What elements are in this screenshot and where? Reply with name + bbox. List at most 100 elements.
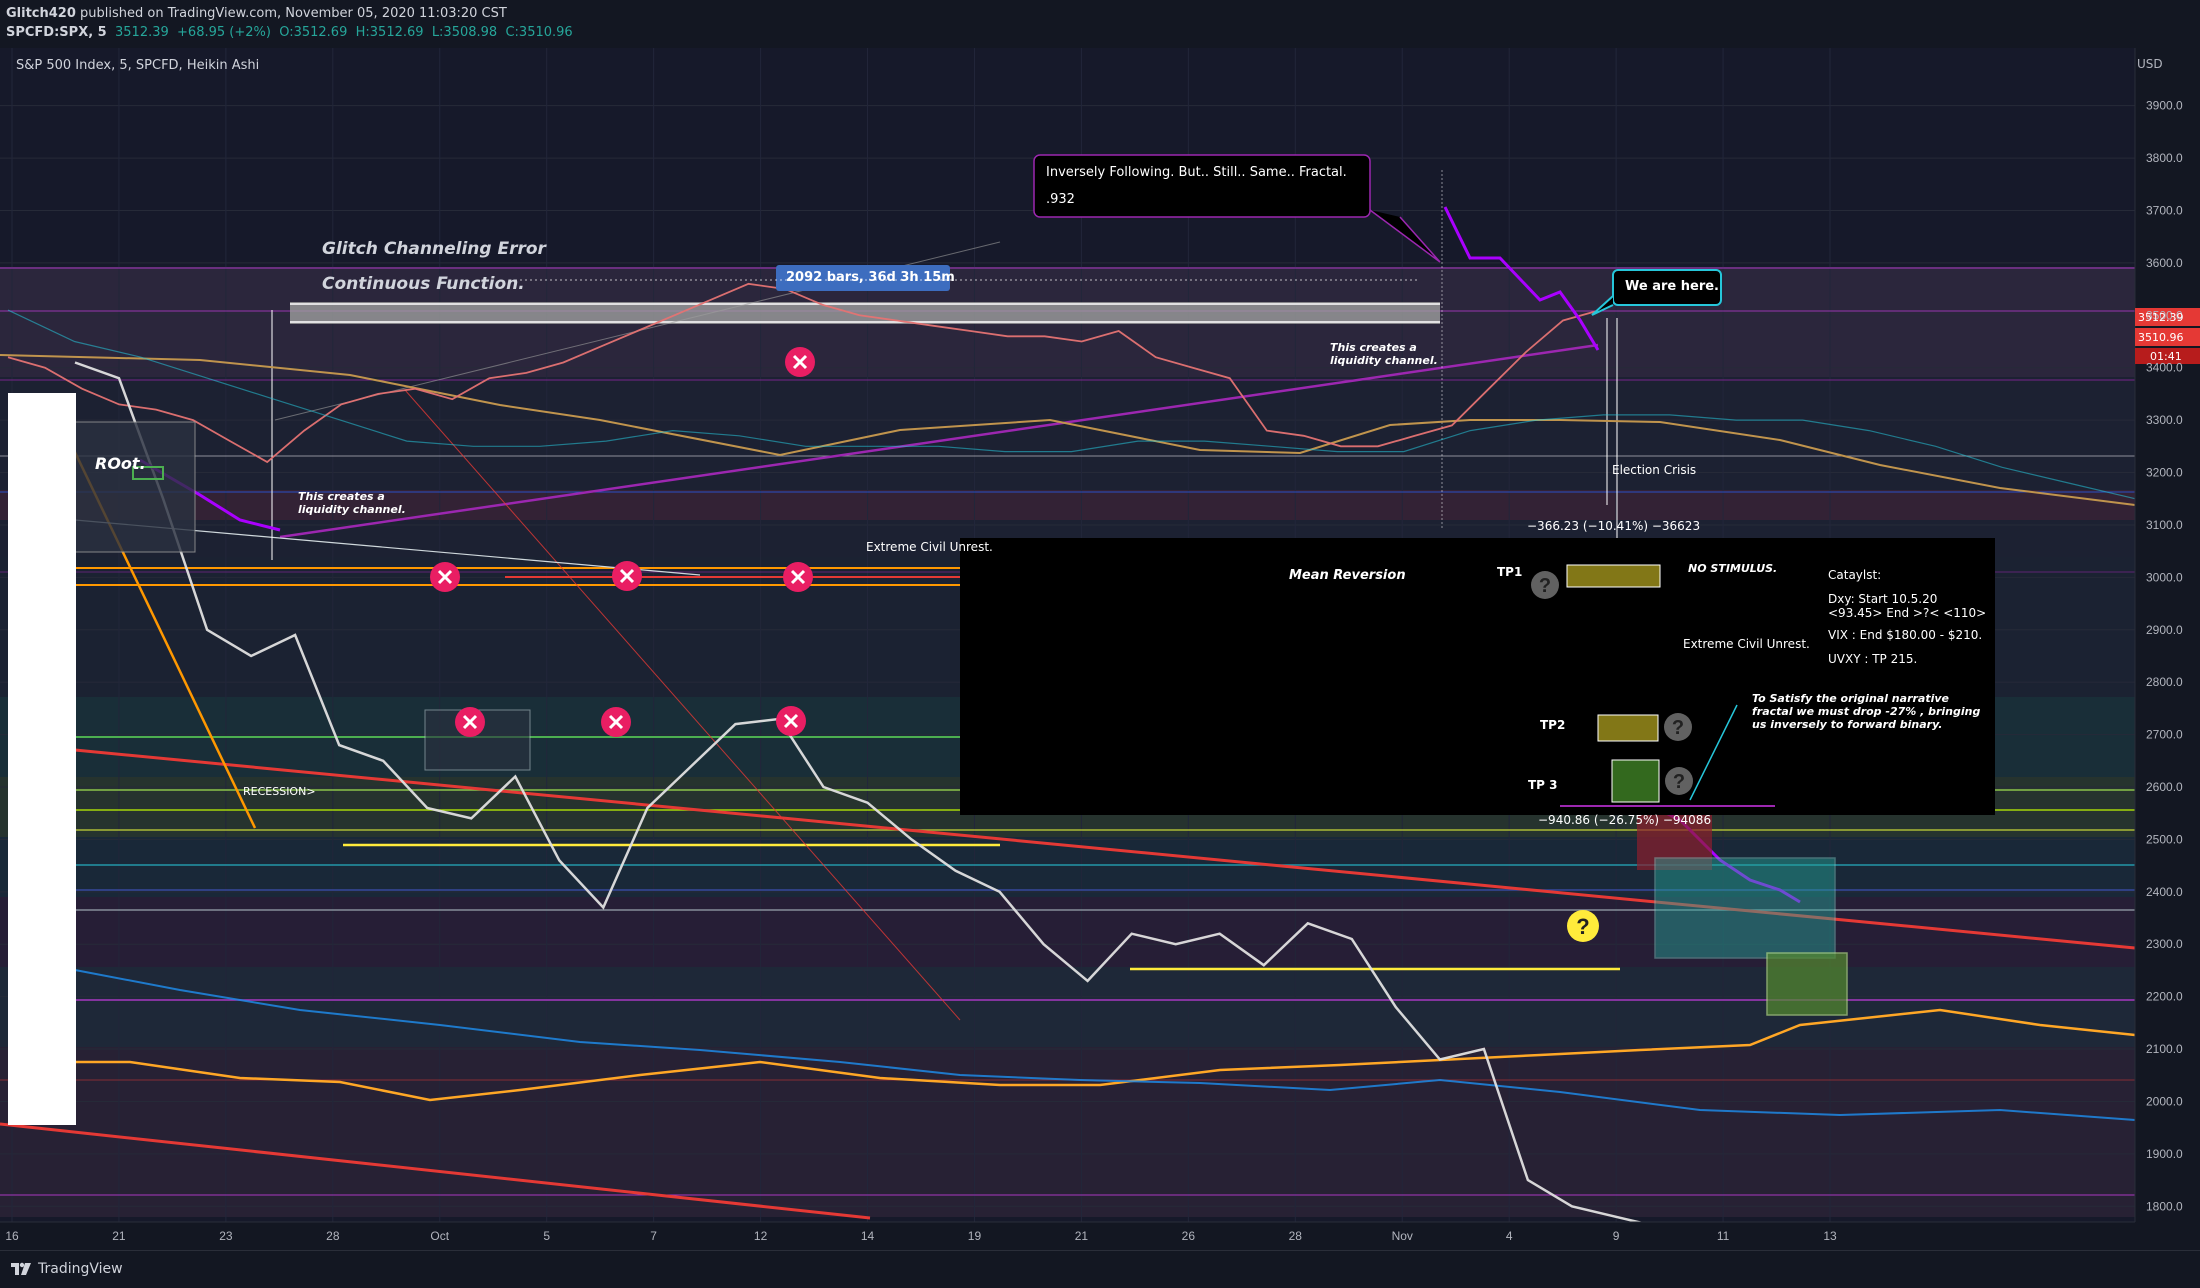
dxy-label: Dxy: Start 10.5.20 <93.45> End >?< <110>: [1828, 592, 1987, 620]
chart-title: S&P 500 Index, 5, SPCFD, Heikin Ashi: [16, 58, 260, 73]
x-mark-icon[interactable]: [776, 706, 806, 736]
high-value: H:3512.69: [355, 25, 424, 40]
x-tick-label: 21: [112, 1229, 126, 1243]
resistance-zone[interactable]: [290, 302, 1440, 324]
x-tick-label: 16: [5, 1229, 19, 1243]
tp3-label: TP 3: [1528, 778, 1558, 792]
y-tick-label: 2000.0: [2146, 1094, 2183, 1108]
zone-band: [0, 1047, 2135, 1217]
x-mark-icon[interactable]: [612, 561, 642, 591]
symbol-label: SPCFD:SPX, 5: [6, 25, 107, 40]
y-tick-label: 3900.0: [2146, 99, 2183, 113]
vix-label: VIX : End $180.00 - $210.: [1828, 628, 1983, 642]
liquidity-note-right: This creates a liquidity channel.: [1330, 341, 1438, 367]
measure-label-1: −366.23 (−10.41%) −36623: [1527, 519, 1701, 533]
root-label: ROot.: [95, 454, 146, 473]
y-tick-label: 3200.0: [2146, 466, 2183, 480]
uvxy-label: UVXY : TP 215.: [1828, 652, 1918, 666]
close-value: C:3510.96: [505, 25, 573, 40]
x-tick-label: Oct: [430, 1229, 449, 1243]
x-tick-label: 7: [650, 1229, 657, 1243]
y-tick-label: 3300.0: [2146, 413, 2183, 427]
election-crisis-label: Election Crisis: [1612, 463, 1697, 477]
currency-label: USD: [2137, 57, 2163, 71]
x-mark-icon[interactable]: [430, 562, 460, 592]
mean-reversion-label: Mean Reversion: [1289, 568, 1406, 583]
x-tick-label: 5: [543, 1229, 550, 1243]
chart-canvas[interactable]: ? ? ? ? 3900.03800.03700.03600.03500.034…: [0, 48, 2200, 1250]
x-tick-label: 23: [219, 1229, 233, 1243]
y-tick-label: 3800.0: [2146, 151, 2183, 165]
y-tick-label: 3700.0: [2146, 203, 2183, 217]
x-tick-label: 11: [1717, 1229, 1730, 1243]
x-tick-label: 12: [754, 1229, 768, 1243]
y-tick-label: 2300.0: [2146, 937, 2183, 951]
publisher-user[interactable]: Glitch420: [6, 6, 76, 21]
y-tick-label: 2800.0: [2146, 675, 2183, 689]
header-bar: Glitch420 published on TradingView.com, …: [0, 0, 2200, 48]
countdown-text: 01:41: [2150, 350, 2182, 363]
y-tick-label: 2100.0: [2146, 1042, 2183, 1056]
tp1-box[interactable]: [1566, 564, 1661, 588]
svg-text:?: ?: [1673, 771, 1685, 793]
green-zone[interactable]: [1766, 952, 1848, 1016]
target-zone[interactable]: [1654, 857, 1836, 959]
bars-badge-text: 2092 bars, 36d 3h 15m: [786, 270, 955, 285]
y-tick-label: 2600.0: [2146, 780, 2183, 794]
tp2-label: TP2: [1540, 718, 1566, 732]
y-tick-label: 3600.0: [2146, 256, 2183, 270]
x-tick-label: 13: [1823, 1229, 1837, 1243]
x-tick-label: 28: [1289, 1229, 1303, 1243]
white-panel: [8, 393, 76, 1125]
y-tick-label: 3000.0: [2146, 570, 2183, 584]
recession-label: RECESSION>: [243, 785, 316, 798]
y-tick-label: 2500.0: [2146, 832, 2183, 846]
measure-label-2: −940.86 (−26.75%) −94086: [1538, 813, 1712, 827]
satisfy-note: To Satisfy the original narrative fracta…: [1752, 692, 1981, 731]
svg-text:?: ?: [1672, 717, 1684, 739]
x-mark-icon[interactable]: [783, 562, 813, 592]
x-tick-label: 9: [1613, 1229, 1620, 1243]
publisher-text: published on TradingView.com, November 0…: [80, 6, 507, 21]
y-tick-label: 2400.0: [2146, 885, 2183, 899]
tp3-box[interactable]: [1611, 759, 1660, 803]
fractal-callout-line2: .932: [1046, 192, 1075, 207]
x-tick-label: 21: [1075, 1229, 1089, 1243]
root-box[interactable]: [74, 421, 196, 553]
price-tag-last-text: 3512.39: [2138, 311, 2184, 324]
price-change: +68.95 (+2%): [177, 25, 271, 40]
y-tick-label: 3100.0: [2146, 518, 2183, 532]
x-mark-icon[interactable]: [455, 707, 485, 737]
y-tick-label: 2200.0: [2146, 990, 2183, 1004]
tp1-label: TP1: [1497, 565, 1523, 579]
continuous-function-label: Continuous Function.: [322, 274, 525, 294]
fractal-callout-line1: Inversely Following. But.. Still.. Same.…: [1046, 165, 1347, 180]
y-tick-label: 1800.0: [2146, 1199, 2183, 1213]
civil-unrest-right: Extreme Civil Unrest.: [1683, 637, 1810, 651]
y-tick-label: 1900.0: [2146, 1147, 2183, 1161]
last-price: 3512.39: [115, 25, 169, 40]
x-tick-label: 28: [326, 1229, 340, 1243]
x-tick-label: 19: [968, 1229, 982, 1243]
x-mark-icon[interactable]: [601, 707, 631, 737]
catalyst-label: Cataylst:: [1828, 568, 1882, 582]
svg-text:?: ?: [1539, 575, 1551, 597]
x-tick-label: 14: [861, 1229, 875, 1243]
we-are-here-text: We are here.: [1625, 279, 1719, 294]
x-tick-label: 26: [1182, 1229, 1196, 1243]
open-value: O:3512.69: [279, 25, 348, 40]
no-stimulus-label: NO STIMULUS.: [1688, 562, 1778, 575]
tp2-box[interactable]: [1597, 714, 1659, 742]
ohlc-line: SPCFD:SPX, 5 3512.39 +68.95 (+2%) O:3512…: [6, 25, 573, 40]
price-tag-close-text: 3510.96: [2138, 331, 2184, 344]
tradingview-logo-icon[interactable]: [10, 1260, 32, 1278]
footer-brand[interactable]: TradingView: [38, 1261, 123, 1277]
x-tick-label: Nov: [1392, 1229, 1413, 1243]
footer-bar: TradingView: [0, 1250, 2200, 1288]
glitch-channeling-label: Glitch Channeling Error: [322, 239, 546, 259]
y-tick-label: 2900.0: [2146, 623, 2183, 637]
x-mark-icon[interactable]: [785, 347, 815, 377]
y-tick-label: 2700.0: [2146, 728, 2183, 742]
low-value: L:3508.98: [431, 25, 498, 40]
x-tick-label: 4: [1506, 1229, 1513, 1243]
